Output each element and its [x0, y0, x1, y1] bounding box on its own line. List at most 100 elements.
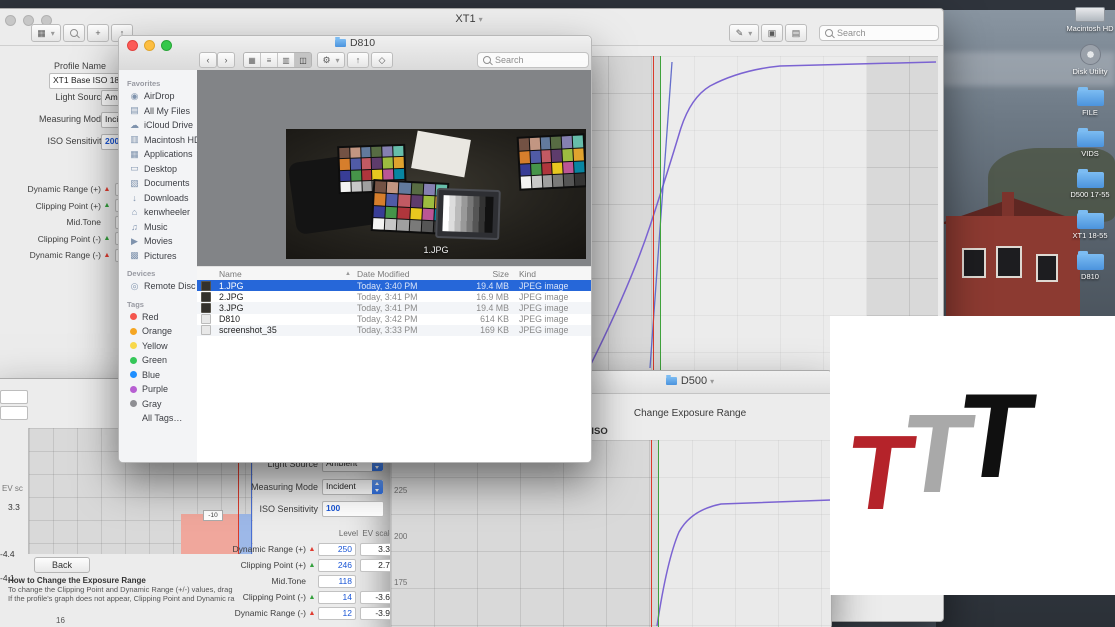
view-switcher[interactable]: ▦ ≡ ▥ ◫: [243, 52, 312, 68]
table-row[interactable]: 1.JPG Today, 3:40 PM 19.4 MB JPEG image: [197, 280, 591, 291]
desktop-icon-label: D810: [1081, 272, 1099, 281]
desktop-icon[interactable]: FILE: [1066, 87, 1114, 117]
file-size: 614 KB: [463, 314, 519, 324]
sidebar-item[interactable]: ▦ Applications: [119, 147, 197, 162]
sidebar-tag[interactable]: Green: [119, 353, 197, 368]
list-view-icon[interactable]: ≡: [260, 53, 277, 67]
view-options-button[interactable]: ▦▾: [31, 24, 61, 42]
sidebar-tag[interactable]: Orange: [119, 324, 197, 339]
coverflow-preview: 1.JPG: [197, 70, 591, 266]
sidebar-item[interactable]: ◉ AirDrop: [119, 89, 197, 104]
sidebar-item-icon: ◉: [128, 91, 141, 102]
table-row[interactable]: 2.JPG Today, 3:41 PM 16.9 MB JPEG image: [197, 291, 591, 302]
desktop-icon[interactable]: Disk Utility: [1066, 44, 1114, 76]
desktop-icon[interactable]: XT1 18-55: [1066, 210, 1114, 240]
sidebar-item-label: Downloads: [144, 193, 189, 203]
back-button[interactable]: ‹: [199, 52, 217, 68]
sidebar-item[interactable]: ▤ All My Files: [119, 104, 197, 119]
zoom-out-button[interactable]: [63, 24, 85, 42]
level-value-field[interactable]: 12: [318, 607, 356, 620]
sidebar-item[interactable]: ↓ Downloads: [119, 191, 197, 206]
sidebar-item[interactable]: ▩ Pictures: [119, 249, 197, 264]
tags-button[interactable]: ◇: [371, 52, 393, 68]
iso-sensitivity-input[interactable]: 100: [322, 501, 384, 517]
sort-ascending-icon: ▲: [345, 271, 351, 277]
coverflow-view-icon[interactable]: ◫: [294, 53, 311, 67]
sidebar-item[interactable]: ▭ Desktop: [119, 162, 197, 177]
plus-icon: +: [95, 28, 100, 38]
share-button[interactable]: ↑: [347, 52, 369, 68]
date-column-header[interactable]: Date Modified: [357, 269, 463, 279]
sidebar-item-label: Red: [142, 312, 159, 322]
desktop-icon-image: [1077, 254, 1104, 270]
icon-view-icon[interactable]: ▦: [244, 53, 260, 67]
kind-column-header[interactable]: Kind: [519, 269, 589, 279]
level-value-field[interactable]: 118: [318, 575, 356, 588]
file-kind: JPEG image: [519, 281, 589, 291]
file-list: 1.JPG Today, 3:40 PM 19.4 MB JPEG image …: [197, 280, 591, 336]
forward-button[interactable]: ›: [217, 52, 235, 68]
ev-value-field[interactable]: -3.9: [360, 607, 394, 620]
level-value-field[interactable]: 246: [318, 559, 356, 572]
sidebar-item[interactable]: ▧ Documents: [119, 176, 197, 191]
sidebar-tag[interactable]: Purple: [119, 382, 197, 397]
sidebar-item[interactable]: ♫ Music: [119, 220, 197, 235]
warning-triangle-icon: ▲: [101, 202, 113, 209]
ev-value-field[interactable]: 3.3: [360, 543, 394, 556]
table-row[interactable]: D810 Today, 3:42 PM 614 KB JPEG image: [197, 314, 591, 325]
desktop-icon[interactable]: Macintosh HD: [1066, 3, 1114, 33]
file-name: 2.JPG: [219, 292, 357, 302]
search-placeholder: Search: [495, 55, 524, 65]
measuring-mode-label: Measuring Mode: [1, 114, 106, 124]
preview-photo[interactable]: 1.JPG: [286, 129, 586, 259]
magnifier-icon: [70, 29, 78, 37]
sidebar-item[interactable]: ☁ iCloud Drive: [119, 118, 197, 133]
level-value-field[interactable]: 14: [318, 591, 356, 604]
layout-button[interactable]: ▣: [761, 24, 783, 42]
table-row[interactable]: screenshot_35 Today, 3:33 PM 169 KB JPEG…: [197, 325, 591, 336]
grid-icon: ▦: [37, 28, 46, 39]
layout-icon: ▣: [768, 28, 777, 39]
size-column-header[interactable]: Size: [463, 269, 519, 279]
sidebar-devices-list: ◎ Remote Disc: [119, 279, 197, 294]
sidebar-tag[interactable]: Blue: [119, 368, 197, 383]
profile-name-input[interactable]: XT1 Base ISO 18-5: [49, 73, 121, 89]
measuring-mode-select[interactable]: Incident: [322, 479, 384, 495]
action-menu-button[interactable]: ⚙▾: [317, 52, 345, 68]
name-column-header[interactable]: Name▲: [219, 269, 357, 279]
red-clip-line[interactable]: [653, 56, 654, 372]
print-button[interactable]: ▤: [785, 24, 807, 42]
sidebar-item-label: Pictures: [144, 251, 177, 261]
sidebar-tag[interactable]: All Tags…: [119, 411, 197, 426]
table-row[interactable]: 3.JPG Today, 3:41 PM 19.4 MB JPEG image: [197, 302, 591, 313]
sidebar-item[interactable]: ▶ Movies: [119, 234, 197, 249]
desktop-icon-image: [1077, 172, 1104, 188]
sidebar-tag[interactable]: Red: [119, 310, 197, 325]
edit-menu-button[interactable]: ✎▾: [729, 24, 759, 42]
back-button[interactable]: Back: [34, 557, 90, 573]
search-input[interactable]: Search: [819, 25, 939, 41]
desktop-icon[interactable]: VIDS: [1066, 128, 1114, 158]
sidebar-item[interactable]: ⌂ kenwheeler: [119, 205, 197, 220]
column-view-icon[interactable]: ▥: [277, 53, 294, 67]
sidebar-item[interactable]: ▥ Macintosh HD: [119, 133, 197, 148]
red-clip-line[interactable]: [651, 440, 652, 627]
ev-value-field[interactable]: 2.7: [360, 559, 394, 572]
range-label: Mid.Tone: [180, 576, 306, 586]
green-clip-line[interactable]: [660, 56, 661, 372]
sidebar-item[interactable]: ◎ Remote Disc: [119, 279, 197, 294]
zoom-in-button[interactable]: +: [87, 24, 109, 42]
share-icon: ↑: [356, 55, 361, 65]
level-value-field[interactable]: 250: [318, 543, 356, 556]
ev-value-field[interactable]: -3.6: [360, 591, 394, 604]
desktop-icon[interactable]: D500 17-55: [1066, 169, 1114, 199]
tag-color-dot: [130, 371, 137, 378]
sidebar-item-icon: ▦: [128, 149, 141, 160]
sidebar-item-label: All My Files: [144, 106, 190, 116]
sidebar-tag[interactable]: Gray: [119, 397, 197, 412]
sidebar-item-label: Music: [144, 222, 168, 232]
sidebar-tag[interactable]: Yellow: [119, 339, 197, 354]
desktop-icon[interactable]: D810: [1066, 251, 1114, 281]
search-input[interactable]: Search: [477, 52, 589, 68]
green-clip-line[interactable]: [658, 440, 659, 627]
